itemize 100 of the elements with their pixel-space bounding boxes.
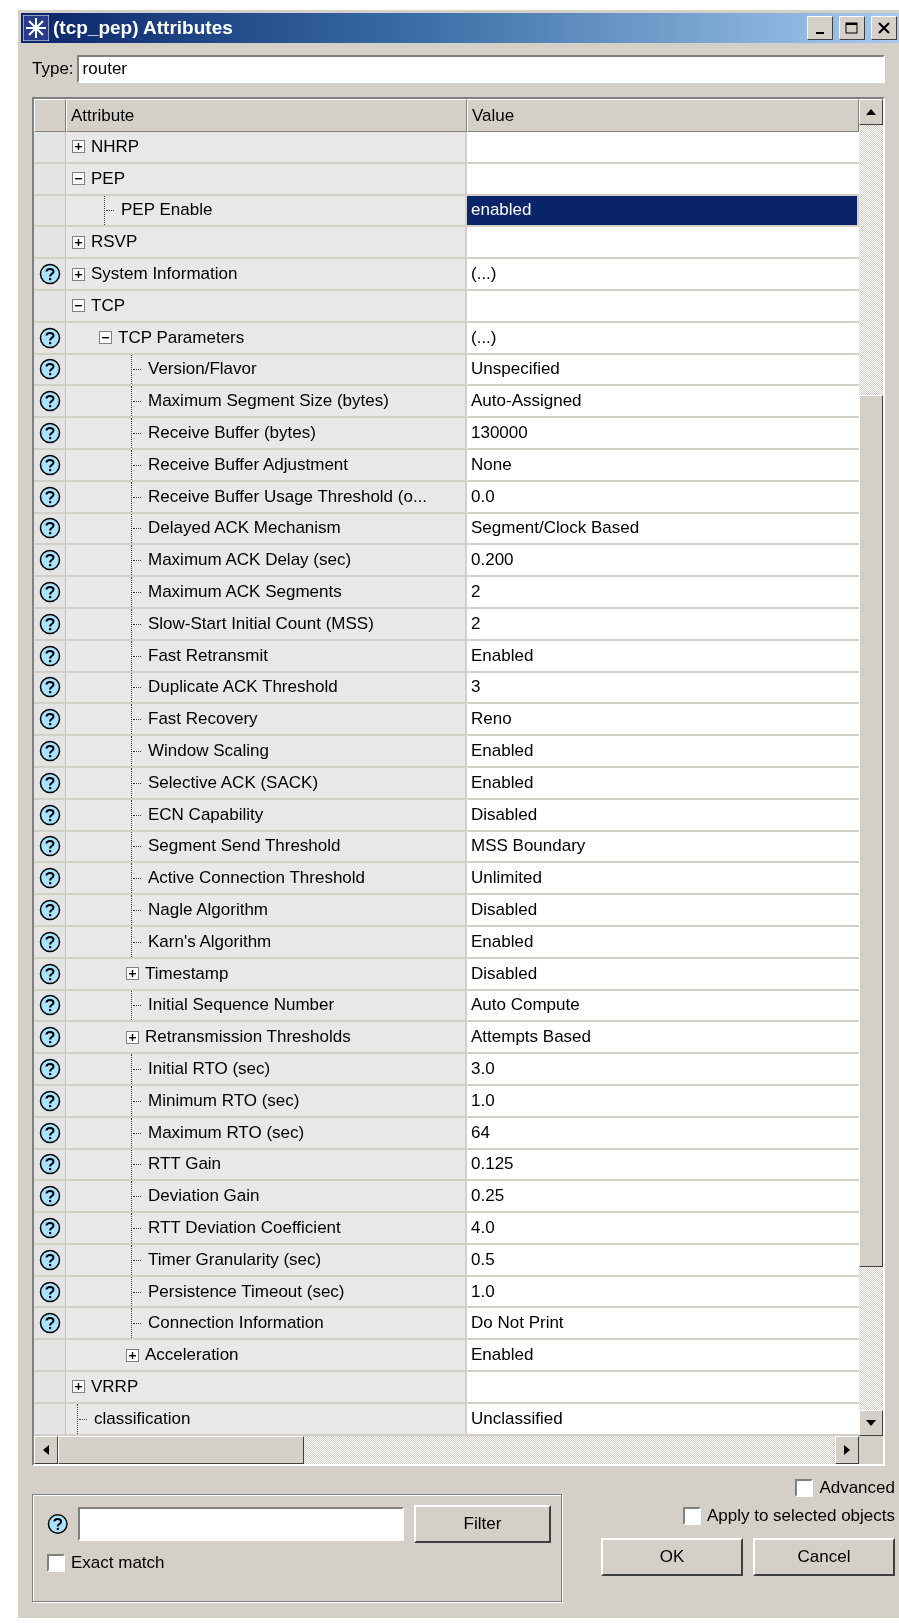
value-cell[interactable]: Disabled [467,958,859,991]
help-icon[interactable] [47,1512,69,1535]
attribute-cell[interactable]: Selective ACK (SACK) [66,767,467,800]
value-cell[interactable]: Disabled [467,895,859,927]
value-cell[interactable]: (...) [467,259,859,291]
value-cell[interactable]: None [467,449,859,482]
attribute-cell[interactable]: Maximum ACK Segments [66,577,467,609]
scroll-thumb[interactable] [58,1435,304,1464]
attribute-cell[interactable]: Slow-Start Initial Count (MSS) [66,608,467,641]
value-cell[interactable]: 3 [467,672,859,705]
attribute-cell[interactable]: Karn's Algorithm [66,926,467,959]
help-icon[interactable] [38,485,61,508]
help-icon[interactable] [38,453,61,476]
expand-icon[interactable] [72,140,85,154]
value-cell[interactable]: 3.0 [467,1054,859,1086]
help-icon[interactable] [38,1312,61,1335]
value-cell[interactable] [467,163,859,196]
attribute-cell[interactable]: Maximum ACK Delay (sec) [66,545,467,578]
attribute-cell[interactable]: Timer Granularity (sec) [66,1244,467,1277]
value-cell[interactable]: 0.125 [467,1149,859,1182]
maximize-button[interactable] [839,16,865,40]
scroll-up-button[interactable] [859,99,883,125]
help-icon[interactable] [38,835,61,858]
value-cell[interactable]: Auto Compute [467,990,859,1023]
attribute-cell[interactable]: Version/Flavor [66,354,467,387]
value-cell[interactable]: Enabled [467,767,859,800]
expand-icon[interactable] [126,967,139,981]
expand-icon[interactable] [126,1030,139,1044]
attribute-cell[interactable]: Fast Retransmit [66,640,467,673]
help-icon[interactable] [38,1280,61,1303]
scroll-right-button[interactable] [835,1435,859,1464]
value-cell[interactable]: 64 [467,1117,859,1150]
help-icon[interactable] [38,390,61,413]
scroll-left-button[interactable] [34,1435,58,1464]
value-cell[interactable]: Unclassified [467,1403,859,1436]
attribute-cell[interactable]: System Information [66,259,467,291]
attribute-cell[interactable]: Segment Send Threshold [66,831,467,864]
help-icon[interactable] [38,899,61,921]
value-cell[interactable]: 0.0 [467,481,859,514]
attribute-cell[interactable]: Maximum RTO (sec) [66,1117,467,1150]
checkbox[interactable] [682,1506,701,1525]
help-icon[interactable] [38,994,61,1017]
value-cell[interactable]: Enabled [467,736,859,768]
help-icon[interactable] [38,1153,61,1176]
attribute-cell[interactable]: Window Scaling [66,736,467,768]
checkbox[interactable] [47,1553,65,1572]
value-cell[interactable]: Enabled [467,926,859,959]
help-icon[interactable] [38,962,61,985]
help-icon[interactable] [38,867,61,890]
attribute-cell[interactable]: Receive Buffer Adjustment [66,449,467,482]
value-cell[interactable]: 0.25 [467,1181,859,1214]
expand-icon[interactable] [72,267,85,281]
value-cell[interactable]: Auto-Assigned [467,386,859,419]
attribute-cell[interactable]: classification [66,1403,467,1436]
help-icon[interactable] [38,549,61,572]
attribute-cell[interactable]: NHRP [66,132,467,164]
attribute-cell[interactable]: Initial Sequence Number [66,990,467,1023]
attribute-cell[interactable]: PEP [66,163,467,196]
value-cell[interactable] [467,132,859,164]
value-cell[interactable]: 2 [467,577,859,609]
help-icon[interactable] [38,771,61,794]
collapse-icon[interactable] [99,331,112,345]
attribute-cell[interactable]: Retransmission Thresholds [66,1022,467,1055]
value-cell[interactable]: 0.200 [467,545,859,578]
checkbox[interactable] [795,1478,814,1497]
value-cell[interactable]: Attempts Based [467,1022,859,1055]
attribute-cell[interactable]: Receive Buffer Usage Threshold (o... [66,481,467,514]
minimize-button[interactable] [807,16,833,40]
value-cell[interactable]: MSS Boundary [467,831,859,864]
value-cell[interactable]: 1.0 [467,1085,859,1118]
value-cell[interactable]: enabled [467,195,857,228]
help-icon[interactable] [38,612,61,635]
help-icon[interactable] [38,517,61,540]
value-cell[interactable]: Enabled [467,1340,859,1373]
cancel-button[interactable]: Cancel [753,1537,895,1576]
attribute-cell[interactable]: RSVP [66,227,467,260]
help-icon[interactable] [38,1217,61,1239]
value-cell[interactable] [467,291,859,323]
value-cell[interactable]: 4.0 [467,1213,859,1245]
attribute-cell[interactable]: Delayed ACK Mechanism [66,513,467,546]
value-cell[interactable]: Reno [467,704,859,737]
help-icon[interactable] [38,1248,61,1271]
attribute-cell[interactable]: TCP Parameters [66,322,467,355]
value-cell[interactable]: Do Not Print [467,1308,859,1341]
filter-button[interactable]: Filter [414,1504,551,1543]
attribute-cell[interactable]: Acceleration [66,1340,467,1373]
help-icon[interactable] [38,358,61,381]
scroll-down-button[interactable] [859,1409,883,1436]
attribute-cell[interactable]: Minimum RTO (sec) [66,1085,467,1118]
help-icon[interactable] [38,1121,61,1144]
help-icon[interactable] [38,930,61,953]
attribute-cell[interactable]: ECN Capability [66,799,467,832]
attribute-cell[interactable]: RTT Deviation Coefficient [66,1213,467,1245]
value-cell[interactable]: Unlimited [467,863,859,896]
value-cell[interactable] [467,1372,859,1404]
attribute-cell[interactable]: Maximum Segment Size (bytes) [66,386,467,419]
type-field[interactable]: router [76,55,885,83]
attribute-cell[interactable]: Initial RTO (sec) [66,1054,467,1086]
scroll-thumb[interactable] [859,395,883,1267]
attribute-cell[interactable]: Active Connection Threshold [66,863,467,896]
